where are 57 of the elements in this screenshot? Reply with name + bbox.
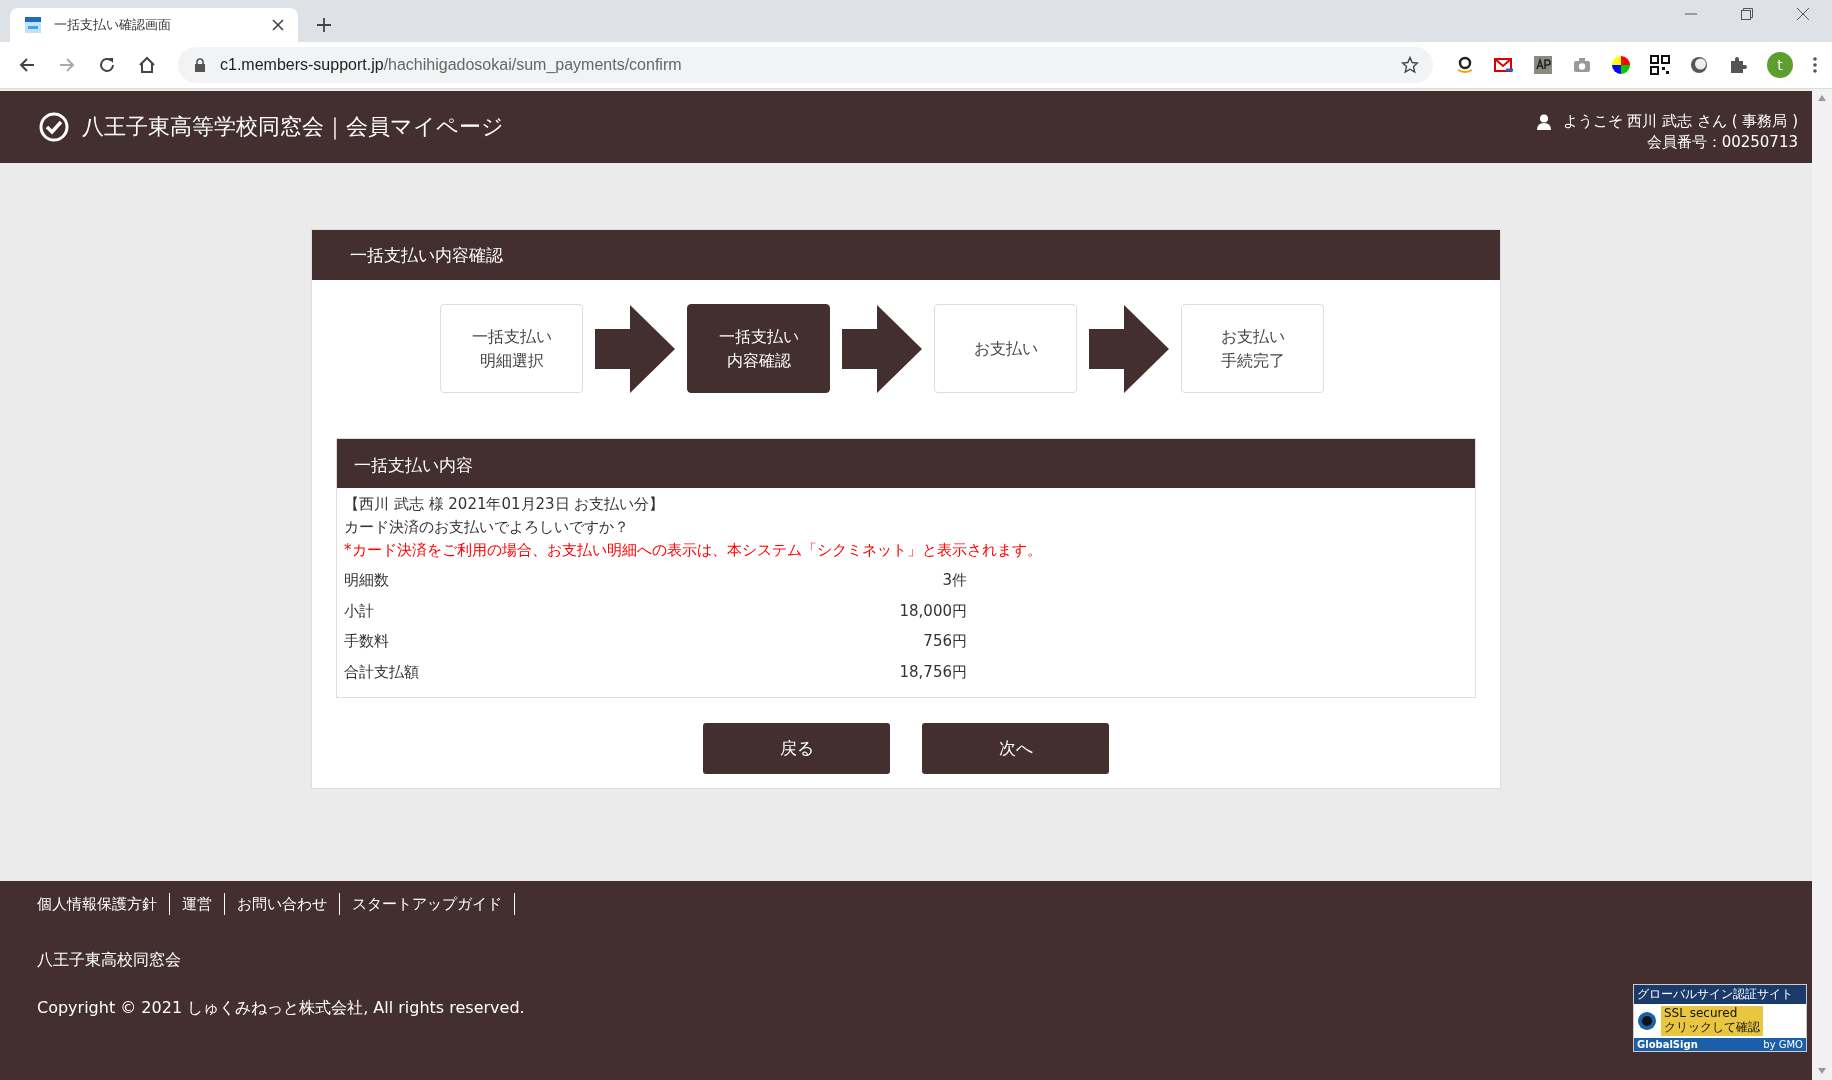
welcome-text: ようこそ 西川 武志 さん ( 事務局 ) [1562, 112, 1798, 131]
back-arrow-icon[interactable] [18, 56, 36, 74]
row-value: 18,000円 [899, 600, 967, 622]
close-icon[interactable] [272, 19, 284, 31]
row-label: 小計 [344, 600, 374, 622]
bookmark-star-icon[interactable] [1401, 56, 1419, 74]
menu-dots-icon[interactable] [1812, 56, 1818, 74]
member-number: 会員番号：00250713 [1646, 133, 1798, 152]
tab-title: 一括支払い確認画面 [54, 16, 172, 34]
browser-tab[interactable]: 一括支払い確認画面 [10, 8, 298, 42]
organization-name: 八王子東高校同窓会 [37, 950, 182, 971]
row-label: 手数料 [344, 631, 389, 652]
check-circle-icon [38, 111, 70, 143]
site-favicon-icon [24, 16, 42, 34]
card-title: 一括支払い内容確認 [350, 243, 503, 267]
step-box: 一括支払い 明細選択 [440, 304, 583, 393]
next-button[interactable]: 次へ [922, 723, 1109, 774]
ap-extension-icon[interactable] [1533, 55, 1553, 75]
step-arrow-icon [842, 304, 922, 393]
row-value: 18,756円 [899, 661, 967, 683]
footer-link[interactable]: お問い合わせ [225, 893, 340, 915]
ssl-badge[interactable]: グローバルサイン認証サイト SSL secured クリックして確認 GlobalSign by GMO [1633, 984, 1807, 1052]
row-label: 合計支払額 [344, 661, 419, 683]
footer-link[interactable]: スタートアップガイド [340, 893, 515, 915]
site-title: 八王子東高等学校同窓会｜会員マイページ [82, 113, 504, 142]
home-icon[interactable] [138, 56, 156, 74]
footer-link[interactable]: 個人情報保護方針 [37, 893, 170, 915]
restore-icon[interactable] [1740, 7, 1754, 21]
step-box: お支払い 手続完了 [1181, 304, 1324, 393]
reload-icon[interactable] [98, 56, 116, 74]
camera-icon[interactable] [1572, 55, 1592, 75]
mail-extension-icon[interactable] [1494, 55, 1514, 75]
new-tab-icon[interactable] [316, 17, 332, 33]
payment-intro: 【西川 武志 様 2021年01月23日 お支払い分】 [344, 494, 666, 515]
lock-icon [194, 58, 206, 72]
qr-code-icon[interactable] [1650, 55, 1670, 75]
user-icon [1536, 113, 1551, 130]
color-wheel-icon[interactable] [1611, 55, 1631, 75]
eye-icon [1637, 1011, 1657, 1032]
card-notice: *カード決済をご利用の場合、お支払い明細への表示は、本システム「シクミネット」と表示されます。 [344, 540, 1043, 561]
puzzle-piece-icon[interactable] [1728, 55, 1748, 75]
row-value: 756円 [923, 631, 967, 652]
details-title: 一括支払い内容 [354, 454, 473, 477]
footer-link[interactable]: 運営 [170, 893, 225, 915]
step-arrow-icon [1089, 304, 1169, 393]
step-box: お支払い [934, 304, 1077, 393]
back-button[interactable]: 戻る [703, 723, 890, 774]
address-bar[interactable]: c1.members-support.jp/hachihigadosokai/sum_payments/confirm [178, 47, 1433, 83]
close-icon[interactable] [1796, 7, 1810, 21]
circle-extension-icon[interactable] [1689, 55, 1709, 75]
row-value: 3件 [942, 570, 967, 591]
copyright-text: Copyright © 2021 しゅくみねっと株式会社, All rights reserved. [37, 998, 525, 1019]
row-label: 明細数 [344, 570, 389, 591]
step-box: 一括支払い 内容確認 [687, 304, 830, 393]
step-arrow-icon [595, 304, 675, 393]
confirm-question: カード決済のお支払いでよろしいですか？ [344, 517, 630, 538]
url-text: c1.members-support.jp/hachihigadosokai/sum_payments/confirm [220, 56, 683, 74]
